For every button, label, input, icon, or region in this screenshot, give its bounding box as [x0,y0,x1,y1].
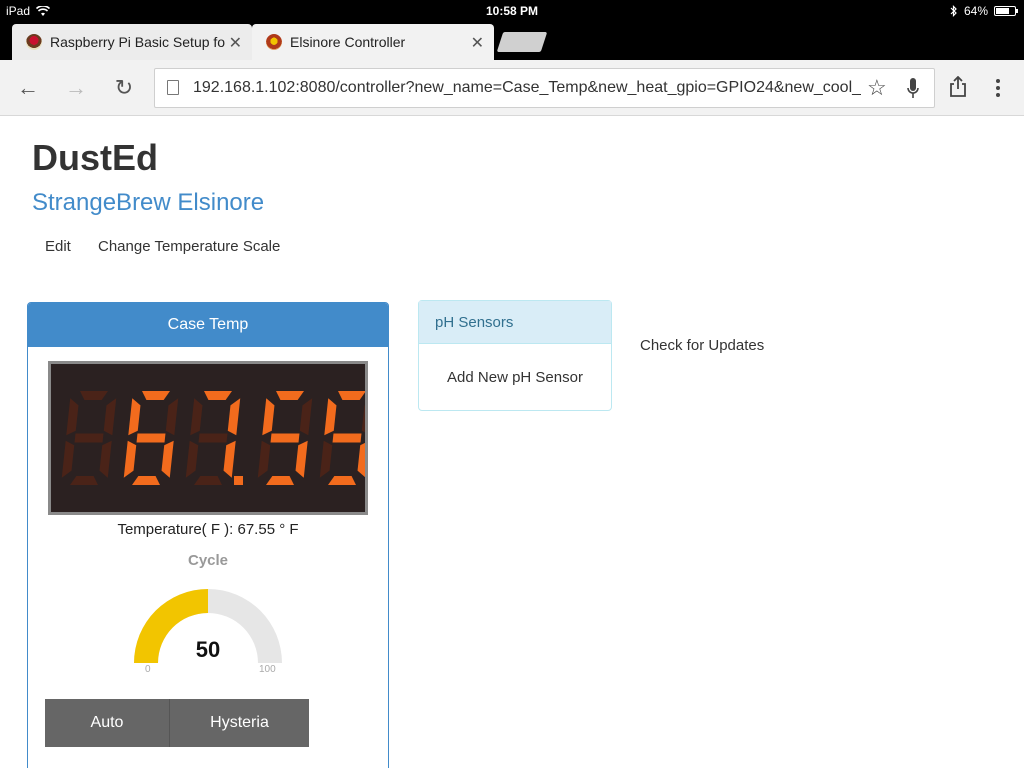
digit-2-segment-e [185,440,199,478]
digit-3-segment-a [276,391,304,400]
digit-4-segment-d [328,476,356,485]
digit-3-segment-c [295,440,308,478]
digit-3-segment-e [257,440,271,478]
digit-2-segment-b [227,398,241,436]
digit-3-segment-d [266,476,294,485]
battery-icon [994,6,1018,16]
digit-1-segment-a [142,391,170,400]
gauge-value: 50 [195,637,221,662]
bluetooth-icon [950,5,957,17]
battery-percent: 64% [963,4,988,18]
browser-toolbar: ← → ↻ 192.168.1.102:8080/controller?new_… [0,60,1024,116]
new-tab-button[interactable] [496,32,548,52]
digit-4-segment-g [332,433,362,443]
back-arrow-icon[interactable]: ← [14,74,42,102]
decimal-point [234,476,243,485]
gauge-max: 100 [259,664,276,675]
tab-strip: Raspberry Pi Basic Setup fo ✕ Elsinore C… [0,22,1024,60]
digit-2-segment-d [194,476,222,485]
microphone-icon[interactable] [907,77,919,101]
digit-1-segment-c [161,440,174,478]
controller-name[interactable]: Case Temp [28,303,388,347]
auto-button[interactable]: Auto [45,699,170,747]
digit-4-segment-a [338,391,365,400]
check-for-updates-link[interactable]: Check for Updates [640,337,764,354]
reload-icon[interactable]: ↻ [110,74,138,102]
forward-arrow-icon[interactable]: → [62,74,90,102]
digit-1-segment-e [123,440,137,478]
address-bar[interactable]: 192.168.1.102:8080/controller?new_name=C… [154,68,935,108]
brand-title: DustEd [32,137,158,178]
digit-1-segment-b [165,398,179,436]
digit-0-segment-c [99,440,112,478]
digit-2-segment-c [223,440,236,478]
elsinore-favicon-icon [266,34,282,50]
digit-0-segment-g [74,433,104,443]
digit-4-segment-b [361,405,365,433]
bookmark-star-icon[interactable]: ☆ [867,75,887,101]
close-tab-icon[interactable]: ✕ [471,33,484,53]
digit-1-segment-d [132,476,160,485]
app-subtitle-link[interactable]: StrangeBrew Elsinore [32,189,264,217]
close-tab-icon[interactable]: ✕ [229,33,242,53]
hysteria-button[interactable]: Hysteria [170,699,309,747]
digit-4-segment-c [357,442,365,478]
clock: 10:58 PM [485,4,539,18]
digit-2-segment-f [190,398,203,436]
add-ph-sensor-button[interactable]: Add New pH Sensor [419,369,611,386]
share-icon[interactable] [949,76,967,98]
temperature-readout: Temperature( F ): 67.55 ° F [117,521,299,538]
digit-0-segment-e [61,440,75,478]
ph-sensors-heading: pH Sensors [419,301,611,344]
digit-2-segment-g [198,433,228,443]
change-temperature-scale-link[interactable]: Change Temperature Scale [98,238,280,255]
url-text[interactable]: 192.168.1.102:8080/controller?new_name=C… [193,79,861,97]
digit-0-segment-b [103,398,117,436]
digit-3-segment-f [262,398,275,436]
page-icon [167,80,179,95]
digit-0-segment-a [80,391,108,400]
digit-0-segment-f [66,398,79,436]
digit-4-segment-e [319,440,333,478]
digit-0-segment-d [70,476,98,485]
tab-title: Raspberry Pi Basic Setup fo [50,34,226,50]
digit-2-segment-a [204,391,232,400]
digit-1-segment-g [136,433,166,443]
status-bar: iPad 10:58 PM 64% [0,0,1024,22]
more-menu-icon[interactable] [994,78,1002,98]
gauge-min: 0 [145,664,151,675]
digit-4-segment-f [324,398,337,436]
digit-3-segment-b [299,398,313,436]
seven-segment-display [48,361,368,515]
cycle-label: Cycle [187,552,229,569]
controller-panel: Case Temp Temperature( F ): 67.55 ° F Cy… [27,302,389,768]
digit-1-segment-f [128,398,141,436]
tab-title: Elsinore Controller [290,34,406,50]
tab-elsinore-controller[interactable]: Elsinore Controller ✕ [252,24,494,60]
tab-raspberry-pi-setup[interactable]: Raspberry Pi Basic Setup fo ✕ [12,24,252,60]
raspberry-favicon-icon [26,34,42,50]
edit-link[interactable]: Edit [45,238,71,255]
digit-3-segment-g [270,433,300,443]
ph-sensors-panel: pH Sensors Add New pH Sensor [418,300,612,411]
